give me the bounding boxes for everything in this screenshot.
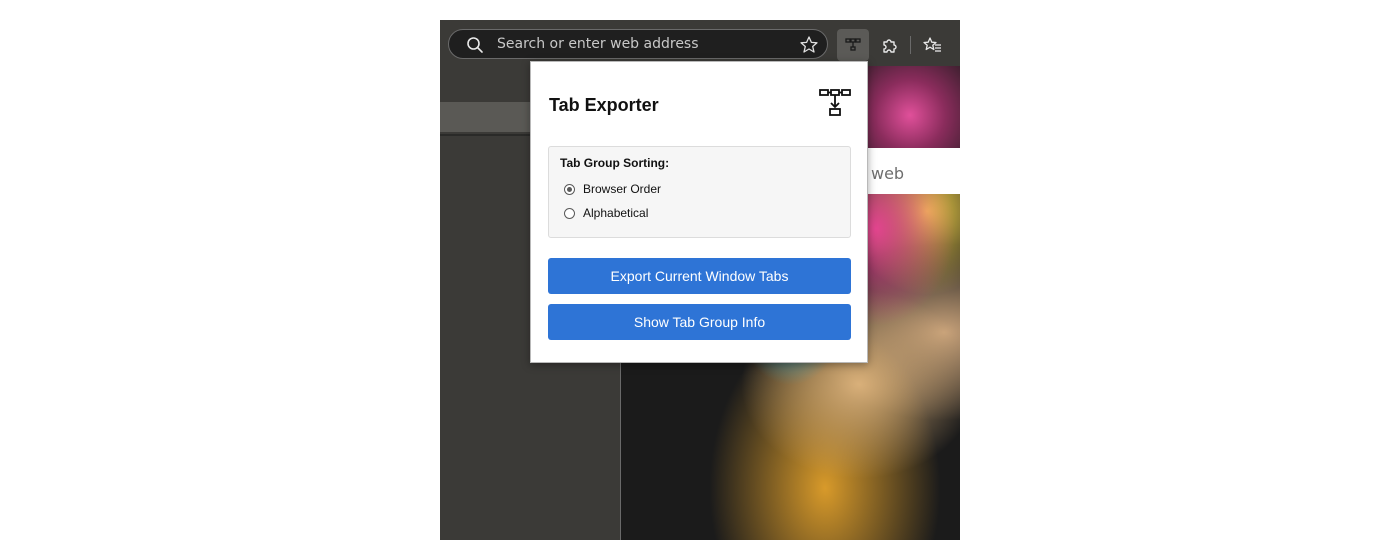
search-icon <box>467 37 483 53</box>
sorting-label: Tab Group Sorting: <box>560 156 670 170</box>
show-tab-group-info-button[interactable]: Show Tab Group Info <box>548 304 851 340</box>
radio-alphabetical[interactable] <box>564 207 575 219</box>
radio-option-browser-order[interactable]: Browser Order <box>564 182 661 196</box>
address-placeholder: Search or enter web address <box>497 36 699 52</box>
extensions-button[interactable] <box>874 29 906 61</box>
favorite-star-icon[interactable] <box>799 35 819 55</box>
favorites-list-icon <box>923 37 941 52</box>
radio-label-alphabetical: Alphabetical <box>583 206 649 220</box>
sidebar-highlight <box>440 102 540 132</box>
tab-exporter-logo-icon <box>819 89 851 116</box>
extensions-puzzle-icon <box>883 39 897 53</box>
page-partial-text: web <box>871 164 905 183</box>
browser-toolbar: Search or enter web address <box>440 20 960 66</box>
address-bar[interactable]: Search or enter web address <box>448 29 828 59</box>
tab-exporter-extension-button[interactable] <box>837 29 869 61</box>
sorting-options-group: Tab Group Sorting: Browser Order Alphabe… <box>548 146 851 238</box>
favorites-button[interactable] <box>916 29 948 61</box>
popup-title: Tab Exporter <box>549 95 659 115</box>
radio-option-alphabetical[interactable]: Alphabetical <box>564 206 648 220</box>
radio-label-browser-order: Browser Order <box>583 182 662 196</box>
toolbar-separator <box>910 36 911 54</box>
radio-browser-order[interactable] <box>564 183 575 195</box>
extension-popup: Tab Exporter Tab Group Sorting: Browser … <box>530 61 868 363</box>
export-tabs-button[interactable]: Export Current Window Tabs <box>548 258 851 294</box>
tab-exporter-extension-icon <box>845 38 861 51</box>
